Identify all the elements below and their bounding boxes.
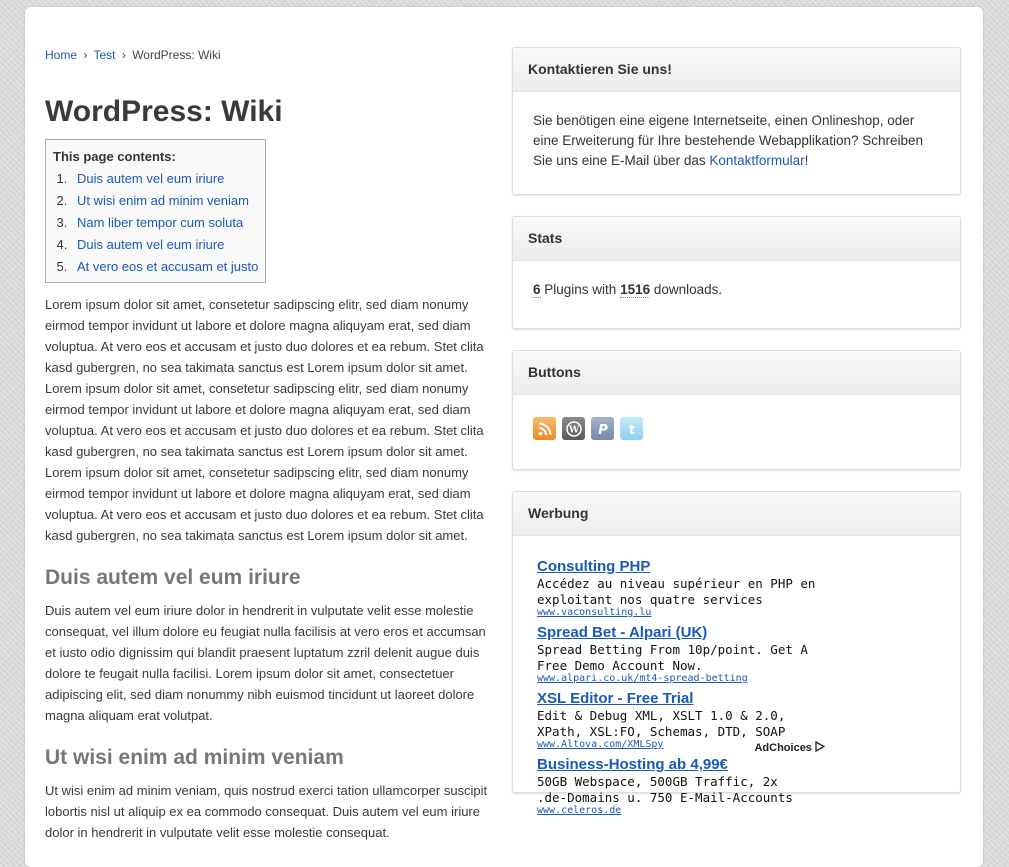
ad-text: Edit & Debug XML, XSLT 1.0 & 2.0, XPath,… xyxy=(537,708,786,739)
breadcrumb-test-link[interactable]: Test xyxy=(93,48,115,62)
section-heading-2: Ut wisi enim ad minim veniam xyxy=(45,746,344,769)
toc-item: Duis autem vel eum iriure xyxy=(71,168,258,190)
svg-text:W: W xyxy=(567,425,579,435)
toc-item: At vero eos et accusam et justo xyxy=(71,256,258,278)
ad-title[interactable]: Spread Bet - Alpari (UK) xyxy=(537,624,940,642)
page-title: WordPress: Wiki xyxy=(45,95,283,128)
ad-item[interactable]: Business-Hosting ab 4,99€ 50GB Webspace,… xyxy=(537,756,940,817)
ad-text: Spread Betting From 10p/point. Get A Fre… xyxy=(537,642,808,673)
ad-text: Accédez au niveau supérieur en PHP en ex… xyxy=(537,576,816,607)
widget-title: Werbung xyxy=(513,492,960,536)
intro-paragraph: Lorem ipsum dolor sit amet, consetetur s… xyxy=(45,297,484,543)
stats-widget: Stats 6 Plugins with 1516 downloads. xyxy=(512,216,961,329)
ad-text: 50GB Webspace, 500GB Traffic, 2x .de-Dom… xyxy=(537,774,793,805)
toc-link-4[interactable]: Duis autem vel eum iriure xyxy=(77,237,224,252)
downloads-count: 1516 xyxy=(620,282,651,298)
widget-title: Kontaktieren Sie uns! xyxy=(513,48,960,92)
section-paragraph-1: Duis autem vel eum iriure dolor in hendr… xyxy=(45,603,486,723)
toc-item: Duis autem vel eum iriure xyxy=(71,234,258,256)
social-buttons: W P t xyxy=(533,413,940,442)
ad-title[interactable]: XSL Editor - Free Trial xyxy=(537,690,940,708)
page-container: Home › Test › WordPress: Wiki WordPress:… xyxy=(25,7,983,867)
twitter-icon[interactable]: t xyxy=(620,417,643,440)
buttons-widget: Buttons W P t xyxy=(512,350,961,470)
ad-url[interactable]: www.celeros.de xyxy=(537,805,940,817)
toc-link-1[interactable]: Duis autem vel eum iriure xyxy=(77,171,224,186)
sidebar: Kontaktieren Sie uns! Sie benötigen eine… xyxy=(512,47,961,816)
svg-text:P: P xyxy=(598,423,608,436)
toc-link-3[interactable]: Nam liber tempor cum soluta xyxy=(77,215,243,230)
buttons-body: W P t xyxy=(513,395,960,469)
plugins-count: 6 xyxy=(533,282,541,298)
breadcrumb-separator: › xyxy=(83,48,88,62)
ad-url[interactable]: www.alpari.co.uk/mt4-spread-betting xyxy=(537,673,940,685)
adchoices-label: AdChoices xyxy=(754,742,812,754)
adchoices-icon xyxy=(815,740,826,753)
ad-item[interactable]: Spread Bet - Alpari (UK) Spread Betting … xyxy=(537,624,940,685)
svg-text:t: t xyxy=(628,423,634,436)
toc-item: Ut wisi enim ad minim veniam xyxy=(71,190,258,212)
toc-list: Duis autem vel eum iriure Ut wisi enim a… xyxy=(53,168,258,278)
toc-item: Nam liber tempor cum soluta xyxy=(71,212,258,234)
main-content: Home › Test › WordPress: Wiki WordPress:… xyxy=(45,47,495,856)
downloads-label: downloads. xyxy=(650,282,723,297)
breadcrumb-separator: › xyxy=(121,48,126,62)
toc-link-2[interactable]: Ut wisi enim ad minim veniam xyxy=(77,193,249,208)
rss-icon[interactable] xyxy=(533,417,556,440)
contact-form-link[interactable]: Kontaktformular xyxy=(709,153,804,168)
contact-text: Sie benötigen eine eigene Internetseite,… xyxy=(513,92,960,194)
ad-title[interactable]: Consulting PHP xyxy=(537,558,940,576)
ad-list: Consulting PHP Accédez au niveau supérie… xyxy=(513,536,960,816)
ad-item[interactable]: XSL Editor - Free Trial Edit & Debug XML… xyxy=(537,690,940,751)
widget-title: Stats xyxy=(513,217,960,261)
section-paragraph-2: Ut wisi enim ad minim veniam, quis nostr… xyxy=(45,783,488,840)
contact-text-suffix: ! xyxy=(804,153,809,168)
table-of-contents: This page contents: Duis autem vel eum i… xyxy=(45,139,267,283)
paypal-icon[interactable]: P xyxy=(591,417,614,440)
plugins-label: Plugins with xyxy=(540,282,621,297)
contact-widget: Kontaktieren Sie uns! Sie benötigen eine… xyxy=(512,47,961,195)
breadcrumb: Home › Test › WordPress: Wiki xyxy=(45,47,495,63)
ad-title[interactable]: Business-Hosting ab 4,99€ xyxy=(537,756,940,774)
adchoices-badge[interactable]: AdChoices xyxy=(754,740,826,754)
toc-title: This page contents: xyxy=(53,149,176,164)
wordpress-icon[interactable]: W xyxy=(562,417,585,440)
ad-url[interactable]: www.vaconsulting.lu xyxy=(537,607,940,619)
widget-title: Buttons xyxy=(513,351,960,395)
ad-item[interactable]: Consulting PHP Accédez au niveau supérie… xyxy=(537,558,940,619)
section-heading-1: Duis autem vel eum iriure xyxy=(45,566,301,589)
toc-link-5[interactable]: At vero eos et accusam et justo xyxy=(77,259,258,274)
breadcrumb-home-link[interactable]: Home xyxy=(45,48,77,62)
ads-widget: Werbung Consulting PHP Accédez au niveau… xyxy=(512,491,961,816)
ad-url[interactable]: www.Altova.com/XMLSpy xyxy=(537,739,940,751)
breadcrumb-current: WordPress: Wiki xyxy=(132,48,221,62)
stats-text: 6 Plugins with 1516 downloads. xyxy=(513,261,960,328)
